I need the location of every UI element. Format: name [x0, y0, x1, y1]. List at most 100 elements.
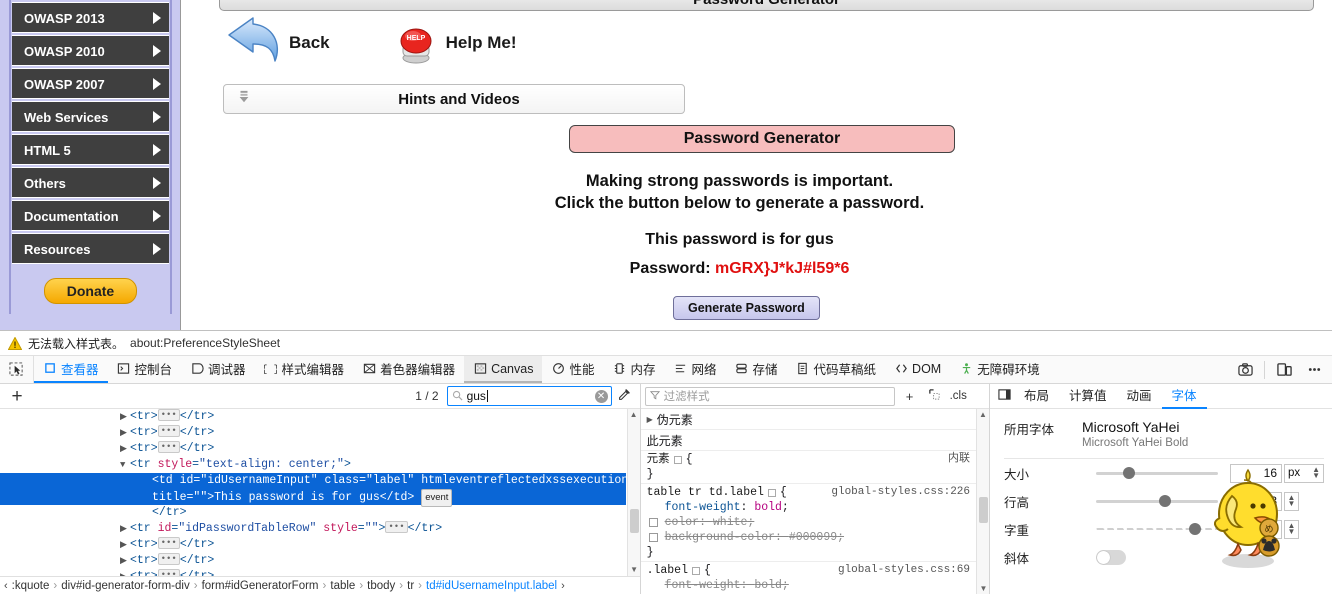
dom-tree-row[interactable]: </tr> — [0, 505, 626, 521]
dom-tree-row[interactable]: ▶<tr>•••</tr> — [0, 553, 626, 569]
collapsed-children-icon[interactable]: ••• — [157, 569, 180, 576]
eyedropper-icon[interactable] — [612, 388, 636, 405]
大小-value[interactable]: 16 — [1230, 463, 1282, 483]
dom-tree[interactable]: ▶ <tr> ••• </tr> ▶ <tr> ••• </tr> ▶ <tr> ••• </tr> ▼… — [0, 409, 626, 576]
plus-icon[interactable]: + — [4, 387, 30, 406]
font-pane-tab-2[interactable]: 动画 — [1117, 384, 1162, 409]
css-source-link[interactable]: global-styles.css:69 — [838, 563, 970, 578]
scrollbar-thumb[interactable] — [979, 497, 988, 523]
css-source-link[interactable]: 内联 — [948, 452, 970, 467]
css-value[interactable]: bold — [754, 579, 782, 592]
scroll-down-arrow-icon[interactable]: ▼ — [977, 583, 990, 594]
spinner-icon[interactable]: ▲ ▼ — [1312, 466, 1320, 480]
大小-unit-select[interactable]: px ▲ ▼ — [1284, 463, 1324, 483]
panel-toggle-icon[interactable] — [994, 388, 1014, 404]
tab-2[interactable]: 调试器 — [181, 356, 255, 383]
scroll-down-arrow-icon[interactable]: ▼ — [628, 564, 641, 576]
dom-tree-row[interactable]: ▶<tr>•••</tr> — [0, 537, 626, 553]
sidebar-item-3[interactable]: Web Services — [12, 101, 169, 132]
dom-tag[interactable]: = — [358, 522, 365, 535]
spinner-down-icon[interactable]: ▼ — [1288, 528, 1296, 536]
dom-tree-row[interactable]: ▶ <tr id="idPasswordTableRow" style=""> ••… — [0, 521, 626, 537]
css-declaration[interactable]: color: white; — [647, 515, 976, 530]
css-value[interactable]: white — [713, 516, 748, 529]
dom-tag[interactable]: <tr> — [130, 554, 158, 567]
tab-3[interactable]: { } 样式编辑器 — [255, 356, 354, 383]
dom-tag[interactable]: > — [379, 522, 386, 535]
slider-knob[interactable] — [1122, 467, 1135, 479]
dom-tag[interactable]: <td — [152, 474, 180, 487]
twisty-collapsed-icon[interactable]: ▶ — [120, 521, 130, 537]
declaration-checkbox[interactable] — [648, 533, 658, 542]
行高-stepper[interactable]: ▲ ▼ — [1284, 491, 1299, 511]
tab-5[interactable]: Canvas — [464, 356, 543, 383]
breadcrumb-item[interactable]: table — [330, 580, 355, 592]
breadcrumb-item[interactable]: td#idUsernameInput.label — [426, 580, 557, 592]
dom-tree-row[interactable]: ▼ <tr style="text-align: center;"> — [0, 457, 626, 473]
dom-tree-row[interactable]: ▶<tr>•••</tr> — [0, 441, 626, 457]
help-button-icon[interactable]: HELP — [394, 21, 438, 65]
dom-attribute[interactable]: style — [158, 458, 193, 471]
twisty-expanded-icon[interactable]: ▼ — [120, 457, 130, 473]
collapsed-children-icon[interactable]: ••• — [157, 425, 180, 437]
dom-search-input[interactable]: gus ✕ — [446, 386, 612, 406]
selector-highlight-icon[interactable] — [767, 488, 776, 497]
scroll-up-arrow-icon[interactable]: ▲ — [628, 409, 640, 421]
italic-toggle[interactable] — [1096, 549, 1126, 565]
dom-tag[interactable]: > — [344, 458, 351, 471]
dom-tag[interactable]: </tr> — [152, 506, 187, 519]
dom-tag[interactable]: </td> — [380, 491, 415, 504]
screenshot-camera-icon[interactable] — [1231, 357, 1259, 383]
行高-slider[interactable] — [1096, 494, 1218, 508]
rules-scrollbar[interactable]: ▲ ▼ — [976, 409, 989, 594]
css-property[interactable]: background-color — [665, 531, 775, 544]
breadcrumb-item[interactable]: tr — [407, 580, 414, 592]
chevron-right-icon[interactable]: ▶ — [647, 415, 653, 424]
scroll-up-arrow-icon[interactable]: ▲ — [977, 409, 989, 421]
css-property[interactable]: font-weight — [665, 579, 741, 592]
dom-attribute-value[interactable]: "idUsernameInput" — [200, 474, 317, 487]
dom-tree-row[interactable]: ▶<tr>•••</tr> — [0, 409, 626, 425]
字重-stepper[interactable]: ▲ ▼ — [1284, 519, 1299, 539]
add-new-rule-button[interactable]: + — [900, 389, 920, 404]
breadcrumb-scroll-left[interactable]: ‹ — [4, 580, 8, 592]
sidebar-item-6[interactable]: Documentation — [12, 200, 169, 231]
font-pane-tab-3[interactable]: 字体 — [1161, 384, 1207, 409]
dom-attribute[interactable]: class — [318, 474, 360, 487]
node-picker-icon[interactable] — [0, 356, 34, 383]
dom-attribute[interactable]: id — [180, 474, 194, 487]
declaration-checkbox[interactable] — [648, 518, 658, 527]
字重-value[interactable]: 700 — [1230, 519, 1282, 539]
generate-password-button[interactable]: Generate Password — [673, 296, 820, 320]
dom-tag[interactable]: = — [359, 474, 366, 487]
sidebar-item-1[interactable]: OWASP 2010 — [12, 35, 169, 66]
css-property[interactable]: color — [665, 516, 700, 529]
pseudo-elements-header[interactable]: ▶ 伪元素 — [640, 409, 976, 430]
dom-tag[interactable]: </tr> — [180, 554, 215, 567]
dom-attribute-value[interactable]: "text-align: center;" — [199, 458, 344, 471]
twisty-collapsed-icon[interactable]: ▶ — [120, 441, 130, 457]
dom-attribute[interactable]: id — [158, 522, 172, 535]
dom-attribute-value[interactable]: "idPasswordTableRow" — [178, 522, 316, 535]
dom-tag[interactable]: </tr> — [180, 538, 215, 551]
scrollbar-thumb[interactable] — [629, 509, 639, 533]
toggle-classes-button[interactable]: .cls — [950, 390, 967, 402]
dom-tag[interactable]: <tr> — [130, 426, 158, 439]
dom-tag[interactable]: <tr — [130, 522, 158, 535]
dom-tag[interactable]: <tr> — [130, 538, 158, 551]
slider-knob[interactable] — [1188, 523, 1201, 535]
css-selector[interactable]: 元素 — [647, 452, 670, 467]
tab-7[interactable]: 内存 — [603, 356, 664, 383]
dom-tree-scrollbar[interactable]: ▲ ▼ — [626, 409, 641, 576]
dom-attribute-value[interactable]: "" — [193, 491, 207, 504]
twisty-collapsed-icon[interactable]: ▶ — [120, 569, 130, 576]
tab-9[interactable]: 存储 — [726, 356, 787, 383]
breadcrumb-item[interactable]: tbody — [367, 580, 395, 592]
大小-slider[interactable] — [1096, 466, 1218, 480]
twisty-collapsed-icon[interactable]: ▶ — [120, 553, 130, 569]
twisty-collapsed-icon[interactable]: ▶ — [120, 537, 130, 553]
tab-10[interactable]: 代码草稿纸 — [787, 356, 886, 383]
back-label[interactable]: Back — [289, 33, 330, 53]
tab-11[interactable]: DOM — [885, 356, 950, 383]
breadcrumb-item[interactable]: :kquote — [12, 580, 50, 592]
